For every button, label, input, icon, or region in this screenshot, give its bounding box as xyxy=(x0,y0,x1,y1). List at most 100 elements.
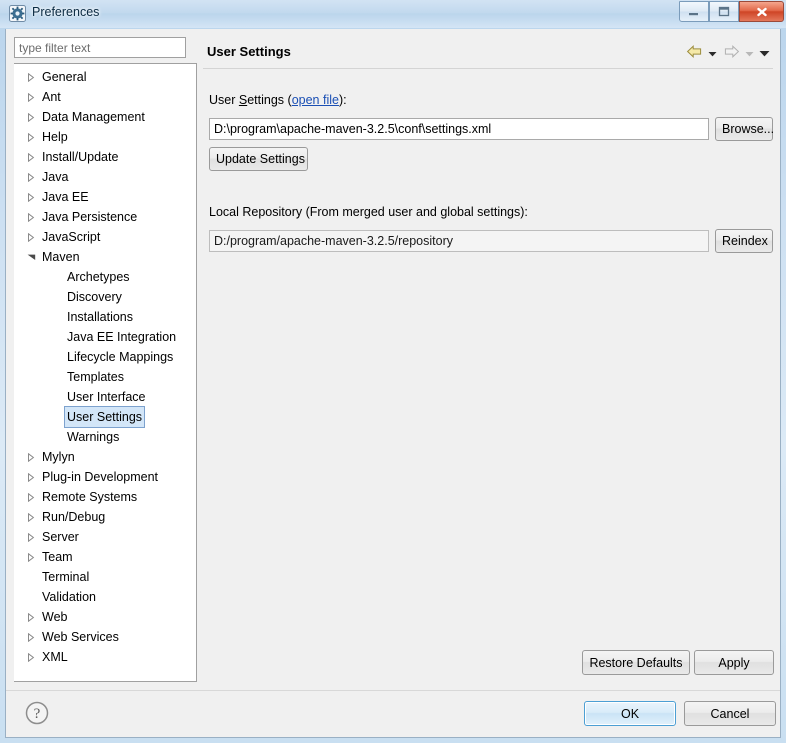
tree-item-label: Terminal xyxy=(42,570,90,584)
triangle-right-icon[interactable] xyxy=(23,607,39,627)
triangle-right-icon[interactable] xyxy=(23,67,39,87)
ok-button[interactable]: OK xyxy=(584,701,676,726)
tree-item[interactable]: XML xyxy=(14,647,196,667)
tree-item[interactable]: Plug-in Development xyxy=(14,467,196,487)
back-button[interactable] xyxy=(683,44,705,62)
triangle-right-icon[interactable] xyxy=(23,647,39,667)
forward-button xyxy=(720,44,742,62)
triangle-right-icon[interactable] xyxy=(23,127,39,147)
tree-item-label: JavaScript xyxy=(42,230,101,244)
page-title: User Settings xyxy=(207,44,291,59)
tree-item-label: Lifecycle Mappings xyxy=(67,350,174,364)
tree-item[interactable]: Web xyxy=(14,607,196,627)
preferences-window: Preferences type filter text General Ant… xyxy=(0,0,786,743)
browse-button[interactable]: Browse... xyxy=(715,117,774,141)
triangle-right-icon[interactable] xyxy=(23,547,39,567)
triangle-right-icon[interactable] xyxy=(23,507,39,527)
triangle-right-icon[interactable] xyxy=(23,167,39,187)
triangle-right-icon[interactable] xyxy=(23,147,39,167)
window-minimize-button[interactable] xyxy=(679,1,709,22)
restore-defaults-button[interactable]: Restore Defaults xyxy=(582,650,690,675)
tree-item[interactable]: Data Management xyxy=(14,107,196,127)
tree-item[interactable]: Java EE xyxy=(14,187,196,207)
tree-item-label: Discovery xyxy=(67,290,122,304)
triangle-right-icon[interactable] xyxy=(23,107,39,127)
tree-item[interactable]: Java xyxy=(14,167,196,187)
tree-item-label: Web Services xyxy=(42,630,119,644)
triangle-down-icon[interactable] xyxy=(23,247,39,267)
filter-input[interactable] xyxy=(14,37,186,58)
preference-page: User Settings User Settings (open file):… xyxy=(202,37,774,682)
triangle-right-icon[interactable] xyxy=(23,487,39,507)
back-history-dropdown[interactable] xyxy=(705,44,720,62)
update-settings-button[interactable]: Update Settings xyxy=(209,147,308,171)
tree-item[interactable]: Team xyxy=(14,547,196,567)
chevron-down-icon xyxy=(759,46,770,60)
tree-item[interactable]: Help xyxy=(14,127,196,147)
user-settings-label: User Settings (open file): xyxy=(209,93,347,107)
tree-item[interactable]: General xyxy=(14,67,196,87)
tree-item-label: Ant xyxy=(42,90,61,104)
tree-item-label: Installations xyxy=(67,310,134,324)
triangle-right-icon[interactable] xyxy=(23,447,39,467)
reindex-button[interactable]: Reindex xyxy=(715,229,773,253)
triangle-right-icon[interactable] xyxy=(23,227,39,247)
tree-item[interactable]: Run/Debug xyxy=(14,507,196,527)
preferences-tree-list: General Ant Data Management Help Install/Upd… xyxy=(14,67,196,667)
title-separator xyxy=(203,68,773,69)
tree-item[interactable]: Maven xyxy=(14,247,196,267)
tree-item[interactable]: Mylyn xyxy=(14,447,196,467)
tree-item[interactable]: Web Services xyxy=(14,627,196,647)
window-titlebar: Preferences xyxy=(0,0,786,28)
window-maximize-button[interactable] xyxy=(709,1,739,22)
tree-item-label: Run/Debug xyxy=(42,510,106,524)
triangle-right-icon[interactable] xyxy=(23,187,39,207)
tree-item[interactable]: Java Persistence xyxy=(14,207,196,227)
tree-item[interactable]: Ant xyxy=(14,87,196,107)
triangle-right-icon[interactable] xyxy=(23,207,39,227)
forward-history-dropdown xyxy=(742,44,757,62)
dialog-footer: ? OK Cancel xyxy=(6,691,780,736)
tree-item-label: User Settings xyxy=(64,406,146,428)
tree-item-label: Templates xyxy=(67,370,124,384)
tree-item[interactable]: Installations xyxy=(14,307,196,327)
triangle-right-icon[interactable] xyxy=(23,527,39,547)
window-close-button[interactable] xyxy=(739,1,784,22)
open-file-link[interactable]: open file xyxy=(292,93,339,107)
window-title: Preferences xyxy=(32,5,100,19)
tree-item[interactable]: Remote Systems xyxy=(14,487,196,507)
page-menu-button[interactable] xyxy=(757,44,772,62)
tree-item[interactable]: Terminal xyxy=(14,567,196,587)
tree-item[interactable]: Install/Update xyxy=(14,147,196,167)
page-navigation-toolbar xyxy=(683,44,772,62)
gear-icon xyxy=(9,5,26,22)
tree-item[interactable]: Templates xyxy=(14,367,196,387)
tree-item[interactable]: JavaScript xyxy=(14,227,196,247)
maximize-icon xyxy=(710,2,738,21)
apply-button[interactable]: Apply xyxy=(694,650,774,675)
local-repository-path-input[interactable] xyxy=(209,230,709,252)
tree-item[interactable]: Server xyxy=(14,527,196,547)
tree-item[interactable]: Warnings xyxy=(14,427,196,447)
tree-item[interactable]: User Interface xyxy=(14,387,196,407)
tree-item[interactable]: Java EE Integration xyxy=(14,327,196,347)
help-question-icon[interactable]: ? xyxy=(24,700,50,726)
tree-item-label: Java EE Integration xyxy=(67,330,177,344)
tree-item[interactable]: Archetypes xyxy=(14,267,196,287)
tree-item-label: Install/Update xyxy=(42,150,119,164)
forward-arrow-icon xyxy=(723,44,740,62)
user-settings-path-input[interactable] xyxy=(209,118,709,140)
dialog-client-area: General Ant Data Management Help Install/Upd… xyxy=(5,29,781,738)
tree-item[interactable]: Discovery xyxy=(14,287,196,307)
preferences-tree[interactable]: General Ant Data Management Help Install/Upd… xyxy=(14,63,197,682)
tree-item-label: Validation xyxy=(42,590,96,604)
tree-item-label: Warnings xyxy=(67,430,120,444)
triangle-right-icon[interactable] xyxy=(23,87,39,107)
tree-item-label: Java xyxy=(42,170,69,184)
tree-item[interactable]: Validation xyxy=(14,587,196,607)
triangle-right-icon[interactable] xyxy=(23,467,39,487)
tree-item[interactable]: Lifecycle Mappings xyxy=(14,347,196,367)
triangle-right-icon[interactable] xyxy=(23,627,39,647)
tree-item[interactable]: User Settings xyxy=(14,406,196,428)
cancel-button[interactable]: Cancel xyxy=(684,701,776,726)
